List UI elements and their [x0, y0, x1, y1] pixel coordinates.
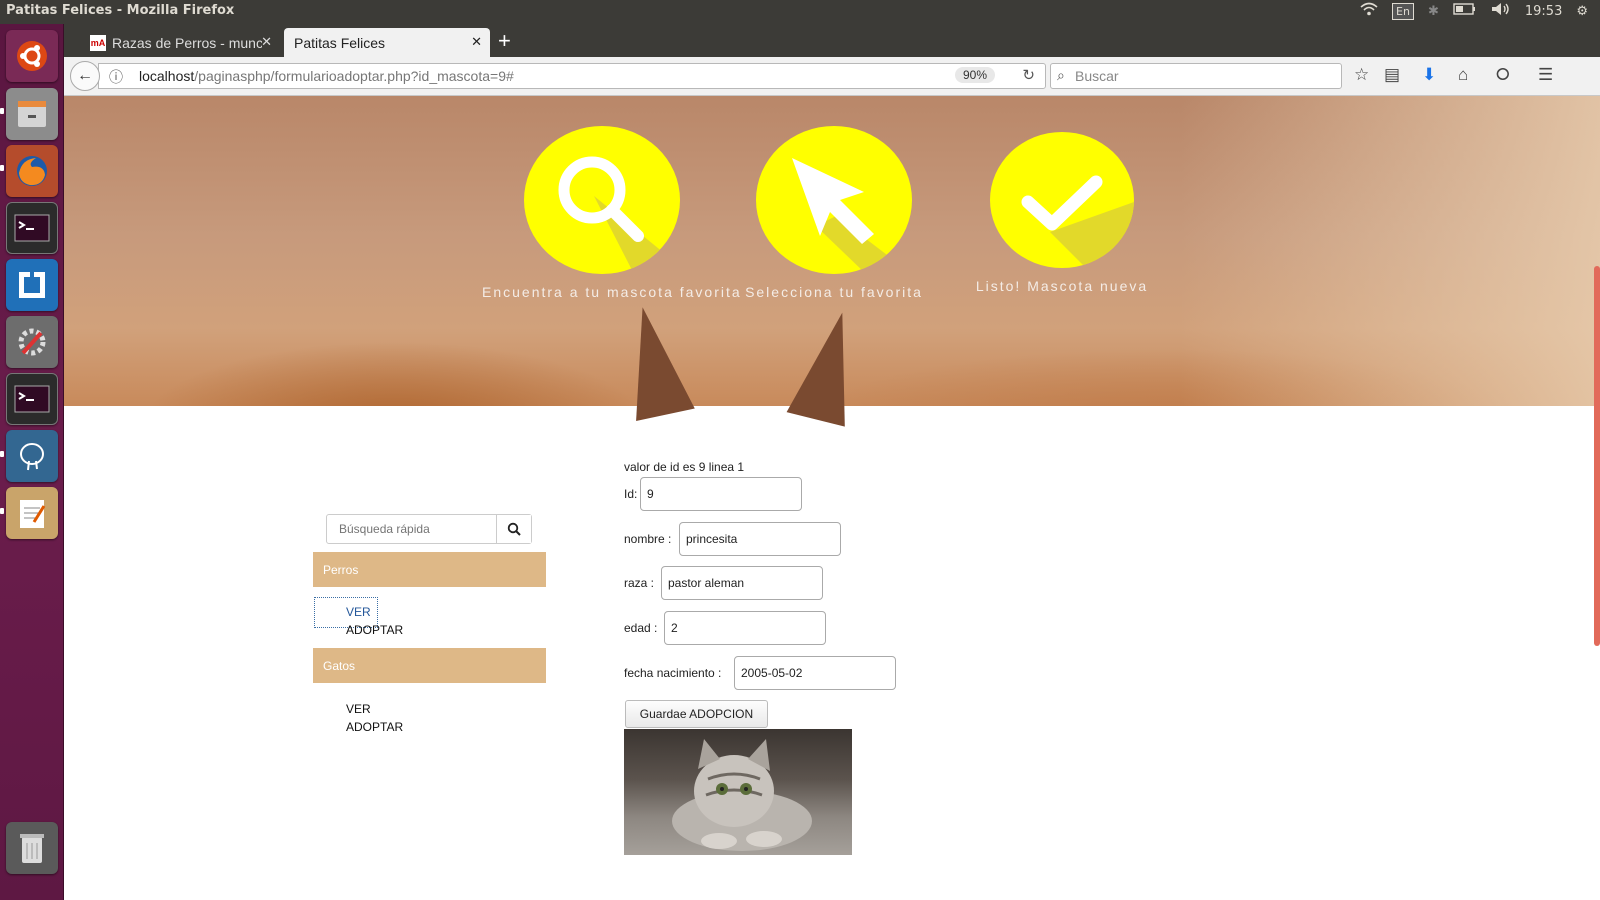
search-button[interactable]: [496, 515, 531, 543]
system-settings-icon[interactable]: [6, 316, 58, 368]
raza-field[interactable]: [661, 566, 823, 600]
home-icon[interactable]: ⌂: [1458, 65, 1468, 85]
step-label: Selecciona tu favorita: [745, 284, 923, 300]
reading-list-icon[interactable]: ▤: [1384, 65, 1400, 85]
navigation-toolbar: ⓘ localhost/paginasphp/formularioadoptar…: [64, 57, 1600, 96]
magnifier-icon: [558, 156, 680, 274]
keyboard-layout-indicator[interactable]: En: [1392, 2, 1414, 20]
nombre-label: nombre :: [624, 532, 672, 546]
nombre-field[interactable]: [679, 522, 841, 556]
tab-bar: mA Razas de Perros - munc ✕ Patitas Feli…: [64, 24, 1600, 57]
volume-icon[interactable]: [1491, 2, 1511, 20]
cat-ear-left: [613, 300, 695, 422]
search-placeholder: Buscar: [1075, 68, 1119, 84]
step-select: Selecciona tu favorita: [724, 126, 944, 300]
cat-photo: [624, 729, 852, 855]
step-circle: [524, 126, 680, 274]
url-bar[interactable]: ⓘ localhost/paginasphp/formularioadoptar…: [98, 63, 1046, 89]
step-circle: [990, 132, 1134, 268]
debug-text: valor de id es 9 linea 1: [624, 460, 745, 474]
site-favicon-icon: mA: [90, 34, 106, 51]
fecha-label: fecha nacimiento :: [624, 666, 722, 680]
category-header-perros[interactable]: Perros: [313, 552, 546, 587]
page-scrollbar[interactable]: [1594, 266, 1600, 646]
reload-icon[interactable]: ↻: [1022, 66, 1035, 84]
system-top-panel: Patitas Felices - Mozilla Firefox En ✱ 1…: [0, 0, 1600, 24]
zoom-indicator[interactable]: 90%: [954, 67, 995, 83]
search-bar[interactable]: ⌕ Buscar: [1050, 63, 1342, 89]
terminal-icon[interactable]: [6, 202, 58, 254]
back-arrow-icon[interactable]: ←: [70, 61, 100, 91]
pocket-icon[interactable]: ⭘: [1496, 65, 1510, 85]
search-icon: [507, 522, 521, 536]
trash-icon[interactable]: [6, 822, 58, 874]
id-field[interactable]: [640, 477, 802, 511]
launcher: [0, 24, 64, 900]
hero-fade: [1180, 96, 1600, 406]
firefox-icon[interactable]: [6, 145, 58, 197]
step-label: Listo! Mascota nueva: [975, 278, 1149, 294]
tab-razas-de-perros[interactable]: mA Razas de Perros - munc ✕: [80, 28, 280, 57]
edad-label: edad :: [624, 621, 658, 635]
tab-label: Patitas Felices: [294, 34, 386, 51]
bookmark-star-icon[interactable]: ☆: [1354, 65, 1369, 85]
edad-field[interactable]: [664, 611, 826, 645]
terminal-icon[interactable]: [6, 373, 58, 425]
perros-adoptar-link[interactable]: ADOPTAR: [346, 621, 403, 639]
url-host: localhost: [139, 68, 195, 84]
step-circle: [756, 126, 912, 274]
close-tab-icon[interactable]: ✕: [261, 34, 272, 50]
fecha-nacimiento-field[interactable]: [734, 656, 896, 690]
perros-ver-link[interactable]: VER: [346, 603, 371, 621]
window-title: Patitas Felices - Mozilla Firefox: [6, 3, 235, 18]
raza-label: raza :: [624, 576, 655, 590]
menu-hamburger-icon[interactable]: ☰: [1538, 65, 1553, 85]
ubuntu-logo-icon[interactable]: [6, 30, 58, 82]
close-tab-icon[interactable]: ✕: [471, 34, 482, 50]
hero-banner: Encuentra a tu mascota favorita Seleccio…: [64, 96, 1600, 427]
power-gear-icon[interactable]: ⚙: [1576, 4, 1588, 19]
category-header-gatos[interactable]: Gatos: [313, 648, 546, 683]
tab-patitas-felices[interactable]: Patitas Felices ✕: [284, 28, 490, 57]
download-arrow-icon[interactable]: ⬇: [1422, 65, 1436, 85]
clock[interactable]: 19:53: [1525, 4, 1562, 19]
cursor-arrow-icon: [792, 158, 912, 274]
battery-icon[interactable]: [1453, 3, 1477, 19]
text-editor-icon[interactable]: [6, 487, 58, 539]
system-indicators: En ✱ 19:53 ⚙: [1360, 2, 1588, 20]
gatos-adoptar-link[interactable]: ADOPTAR: [346, 718, 403, 736]
quick-search-group: [326, 514, 532, 544]
save-adoption-button[interactable]: Guardae ADOPCION: [625, 700, 768, 728]
files-icon[interactable]: [6, 88, 58, 140]
checkmark-icon: [1021, 175, 1134, 268]
cat-ear-right: [786, 305, 872, 427]
new-tab-plus-icon[interactable]: +: [498, 28, 511, 54]
url-path: /paginasphp/formularioadoptar.php?id_mas…: [194, 68, 514, 84]
step-label: Encuentra a tu mascota favorita: [482, 284, 742, 300]
id-label: Id:: [624, 487, 638, 501]
step-done: Listo! Mascota nueva: [962, 132, 1162, 294]
wifi-icon[interactable]: [1360, 2, 1378, 20]
bluetooth-icon[interactable]: ✱: [1428, 4, 1439, 19]
tab-label: Razas de Perros - munc: [112, 34, 262, 51]
gatos-ver-link[interactable]: VER: [346, 700, 371, 718]
site-info-icon[interactable]: ⓘ: [109, 67, 123, 87]
step-find: Encuentra a tu mascota favorita: [482, 126, 742, 300]
page-content: Encuentra a tu mascota favorita Seleccio…: [64, 96, 1600, 900]
quick-search-input[interactable]: [327, 515, 497, 543]
postgresql-elephant-icon[interactable]: [6, 430, 58, 482]
ide-icon[interactable]: [6, 259, 58, 311]
search-icon: ⌕: [1057, 67, 1065, 83]
